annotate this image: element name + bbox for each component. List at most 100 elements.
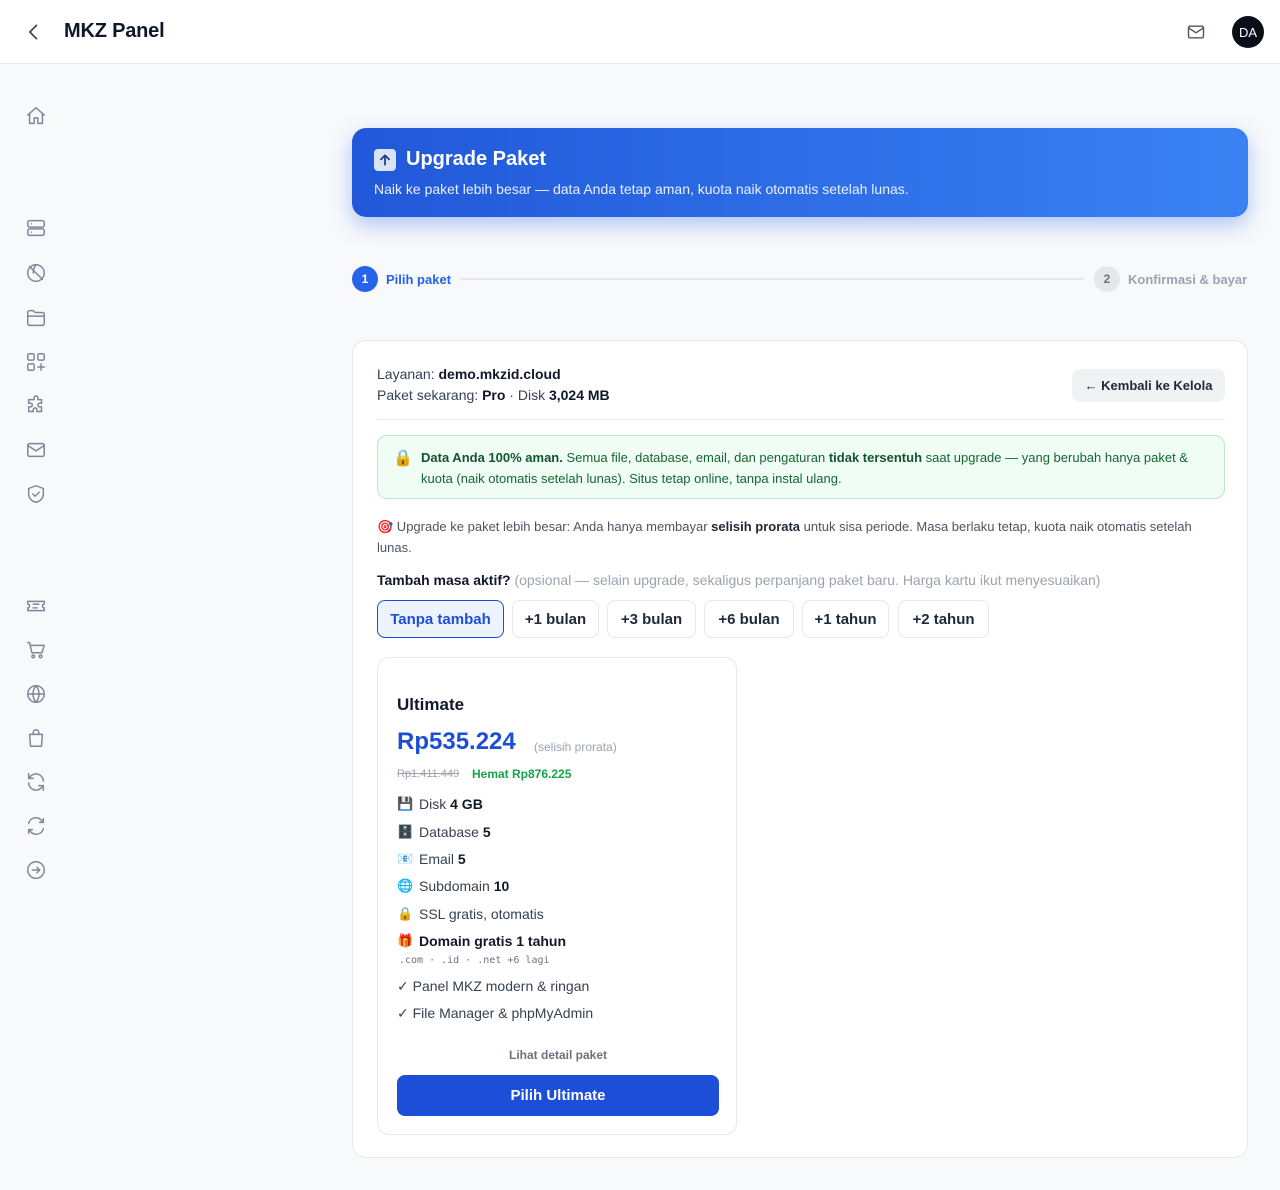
feature-subdomain-label: Subdomain: [419, 878, 494, 894]
chevron-left-icon: [29, 24, 38, 40]
feature-database-text: Database 5: [419, 824, 491, 840]
sidebar-upgrade[interactable]: [24, 814, 48, 838]
sidebar-cart[interactable]: [24, 638, 48, 662]
step-1-label: Pilih paket: [386, 271, 452, 287]
sidebar-home[interactable]: [24, 104, 48, 128]
feature-subdomain: 🌐 Subdomain 10: [397, 878, 509, 894]
sidebar-logout[interactable]: [24, 858, 48, 882]
step-1-number: 1: [352, 266, 378, 292]
package-savings: Hemat Rp876.225: [472, 767, 572, 781]
sidebar-domain-order[interactable]: [24, 682, 48, 706]
extend-hint: (opsional — selain upgrade, sekaligus pe…: [510, 572, 1101, 588]
sidebar-security[interactable]: [24, 482, 48, 506]
floppy-disk-icon: 💾: [397, 796, 414, 811]
top-bar: MKZ Panel DA: [0, 0, 1280, 64]
logout-icon: [27, 861, 45, 879]
upgrade-card: Layanan: demo.mkzid.cloud Paket sekarang…: [352, 340, 1248, 1158]
lock-icon: 🔒: [393, 450, 413, 467]
server-icon: [27, 219, 45, 237]
extend-label-bold: Tambah masa aktif?: [377, 572, 511, 588]
back-to-manage-button[interactable]: ← Kembali ke Kelola: [1072, 369, 1225, 402]
select-ultimate-button[interactable]: Pilih Ultimate: [397, 1075, 719, 1116]
safe-bold-2: tidak tersentuh: [828, 450, 923, 465]
feature-disk-label: Disk: [419, 796, 451, 812]
sidebar-domains[interactable]: [24, 261, 48, 285]
feature-domain: 🎁 Domain gratis 1 tahun: [397, 933, 566, 949]
renew-icon: [27, 817, 45, 835]
ticket-icon: [27, 600, 45, 612]
globe-off-icon: [27, 264, 45, 282]
extend-option-6-month[interactable]: +6 bulan: [704, 600, 794, 638]
sidebar-hosting[interactable]: [24, 216, 48, 240]
arrow-up-icon: [374, 148, 396, 171]
divider: [377, 419, 1225, 420]
current-disk: 3,024 MB: [548, 387, 610, 403]
sidebar-tickets[interactable]: [24, 594, 48, 618]
sidebar-email[interactable]: [24, 438, 48, 462]
feature-email: 📧 Email 5: [397, 851, 466, 867]
feature-panel: ✓ Panel MKZ modern & ringan: [397, 978, 590, 994]
domain-tlds: .com · .id · .net +6 lagi: [399, 955, 550, 966]
feature-database-value: 5: [482, 824, 491, 840]
step-connector: [460, 278, 1084, 280]
mail-icon: [1187, 25, 1205, 39]
service-label: Layanan:: [377, 366, 435, 382]
feature-disk: 💾 Disk 4 GB: [397, 796, 483, 812]
cart-icon: [27, 641, 45, 659]
home-icon: [27, 107, 45, 125]
extend-option-none[interactable]: Tanpa tambah: [377, 600, 504, 638]
package-old-price: Rp1.411.449: [397, 768, 460, 780]
extend-option-3-month[interactable]: +3 bulan: [607, 600, 696, 638]
back-button[interactable]: [22, 20, 46, 44]
upgrade-banner: Upgrade Paket Naik ke paket lebih besar …: [352, 128, 1248, 217]
disk-label: · Disk: [509, 387, 546, 403]
user-avatar[interactable]: DA: [1232, 16, 1264, 48]
extend-option-2-year[interactable]: +2 tahun: [898, 600, 989, 638]
sidebar-renew[interactable]: [24, 770, 48, 794]
target-icon: 🎯: [377, 519, 394, 534]
feature-email-label: Email: [419, 851, 458, 867]
step-pilih-paket: 1 Pilih paket: [352, 266, 451, 292]
current-plan-info: Paket sekarang: Pro · Disk 3,024 MB: [377, 387, 610, 403]
package-name: Ultimate: [397, 695, 465, 714]
service-info: Layanan: demo.mkzid.cloud: [377, 366, 561, 382]
feature-email-value: 5: [457, 851, 466, 867]
package-detail-link[interactable]: Lihat detail paket: [378, 1048, 738, 1062]
step-2-number: 2: [1094, 266, 1120, 292]
feature-disk-value: 4 GB: [450, 796, 483, 812]
globe-icon: [27, 685, 45, 703]
package-price-note: (selisih prorata): [534, 740, 617, 754]
sidebar-files[interactable]: [24, 306, 48, 330]
step-2-label: Konfirmasi & bayar: [1128, 271, 1248, 287]
feature-database-label: Database: [419, 824, 483, 840]
step-konfirmasi: 2 Konfirmasi & bayar: [1094, 266, 1247, 292]
shield-check-icon: [27, 485, 45, 503]
banner-subtitle: Naik ke paket lebih besar — data Anda te…: [374, 181, 909, 197]
feature-domain-text: Domain gratis 1 tahun: [419, 933, 567, 949]
extend-option-1-year[interactable]: +1 tahun: [802, 600, 889, 638]
app-title: MKZ Panel: [64, 20, 165, 42]
extend-option-1-month[interactable]: +1 bulan: [512, 600, 599, 638]
package-price: Rp535.224: [397, 728, 516, 755]
prorata-note: 🎯 Upgrade ke paket lebih besar: Anda han…: [377, 516, 1225, 558]
refresh-icon: [27, 773, 45, 791]
data-safe-notice: 🔒 Data Anda 100% aman. Semua file, datab…: [377, 435, 1225, 499]
current-plan: Pro: [482, 387, 506, 403]
sidebar-apps[interactable]: [24, 350, 48, 374]
feature-ssl: 🔒 SSL gratis, otomatis: [397, 906, 544, 922]
apps-icon: [27, 353, 45, 371]
sidebar-plugins[interactable]: [24, 394, 48, 418]
feature-database: 🗄️ Database 5: [397, 824, 491, 840]
puzzle-icon: [27, 395, 43, 413]
messages-button[interactable]: [1184, 20, 1208, 44]
banner-title: Upgrade Paket: [374, 148, 546, 171]
lock-icon: 🔒: [397, 906, 414, 921]
safe-text-1: Semua file, database, email, dan pengatu…: [562, 450, 829, 465]
sidebar-orders[interactable]: [24, 726, 48, 750]
cabinet-icon: 🗄️: [397, 824, 414, 839]
prorata-text-1: Upgrade ke paket lebih besar: Anda hanya…: [393, 519, 712, 534]
current-plan-label: Paket sekarang:: [377, 387, 479, 403]
prorata-bold: selisih prorata: [711, 519, 801, 534]
folder-icon: [27, 309, 45, 327]
email-icon: 📧: [397, 851, 414, 866]
